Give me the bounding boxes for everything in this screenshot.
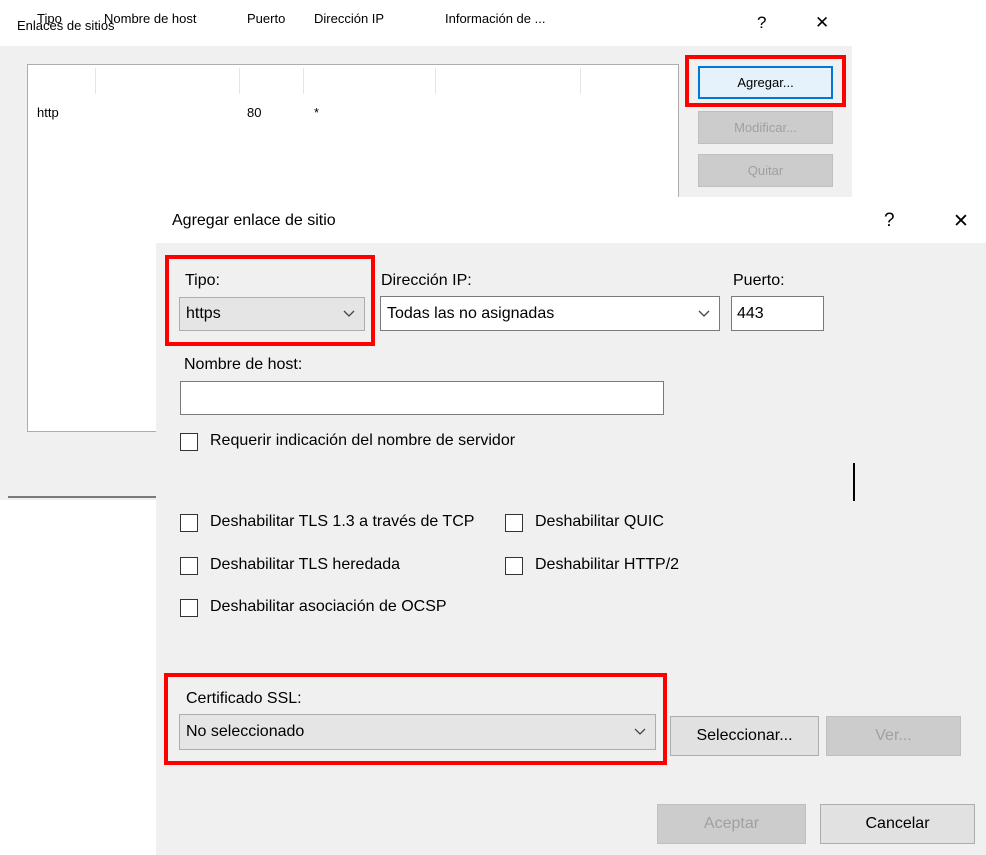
chevron-down-icon: [697, 306, 711, 323]
highlight-box-ssl: [164, 673, 667, 765]
disable-tls13-checkbox[interactable]: [180, 514, 198, 532]
port-input[interactable]: [731, 296, 824, 331]
highlight-box-add: [685, 55, 846, 107]
disable-http2-checkbox[interactable]: [505, 557, 523, 575]
back-dialog-close-button[interactable]: ✕: [815, 13, 829, 33]
disable-tls13-label: Deshabilitar TLS 1.3 a través de TCP: [210, 513, 475, 530]
column-separator: [239, 68, 240, 94]
ip-select-value: Todas las no asignadas: [387, 304, 555, 322]
column-header-tipo[interactable]: Tipo: [37, 11, 62, 26]
table-row[interactable]: [28, 100, 678, 122]
disable-legacy-tls-checkbox[interactable]: [180, 557, 198, 575]
column-separator: [95, 68, 96, 94]
hostname-label: Nombre de host:: [184, 356, 303, 373]
disable-ocsp-label: Deshabilitar asociación de OCSP: [210, 598, 447, 615]
port-label: Puerto:: [733, 272, 785, 289]
divider: [853, 463, 855, 501]
edit-binding-button[interactable]: Modificar...: [698, 111, 833, 144]
disable-ocsp-checkbox[interactable]: [180, 599, 198, 617]
cancel-button[interactable]: Cancelar: [820, 804, 975, 844]
column-separator: [303, 68, 304, 94]
row-puerto-cell: 80: [247, 105, 262, 120]
column-header-info[interactable]: Información de ...: [445, 11, 545, 26]
front-dialog-help-button[interactable]: ?: [884, 210, 895, 232]
column-separator: [435, 68, 436, 94]
ip-label: Dirección IP:: [381, 272, 472, 289]
disable-http2-label: Deshabilitar HTTP/2: [535, 556, 680, 573]
ip-address-select[interactable]: Todas las no asignadas: [380, 296, 720, 331]
front-dialog-close-button[interactable]: ✕: [953, 210, 969, 233]
row-tipo-cell: http: [37, 105, 59, 120]
front-dialog-title: Agregar enlace de sitio: [172, 212, 336, 229]
sni-label: Requerir indicación del nombre de servid…: [210, 432, 516, 449]
select-certificate-button[interactable]: Seleccionar...: [670, 716, 819, 756]
column-header-puerto[interactable]: Puerto: [247, 11, 285, 26]
sni-checkbox[interactable]: [180, 433, 198, 451]
back-dialog-edge: [8, 496, 158, 498]
disable-quic-label: Deshabilitar QUIC: [535, 513, 664, 530]
back-dialog-title: Enlaces de sitios: [17, 18, 115, 33]
row-ip-cell: *: [314, 105, 320, 120]
view-certificate-button[interactable]: Ver...: [826, 716, 961, 756]
column-separator: [580, 68, 581, 94]
disable-quic-checkbox[interactable]: [505, 514, 523, 532]
highlight-box-tipo: [165, 255, 375, 346]
hostname-input[interactable]: [180, 381, 664, 415]
column-header-ip[interactable]: Dirección IP: [314, 11, 384, 26]
disable-legacy-tls-label: Deshabilitar TLS heredada: [210, 556, 401, 573]
ok-button[interactable]: Aceptar: [657, 804, 806, 844]
back-dialog-help-button[interactable]: ?: [757, 13, 766, 33]
remove-binding-button[interactable]: Quitar: [698, 154, 833, 187]
column-header-host[interactable]: Nombre de host: [104, 11, 197, 26]
